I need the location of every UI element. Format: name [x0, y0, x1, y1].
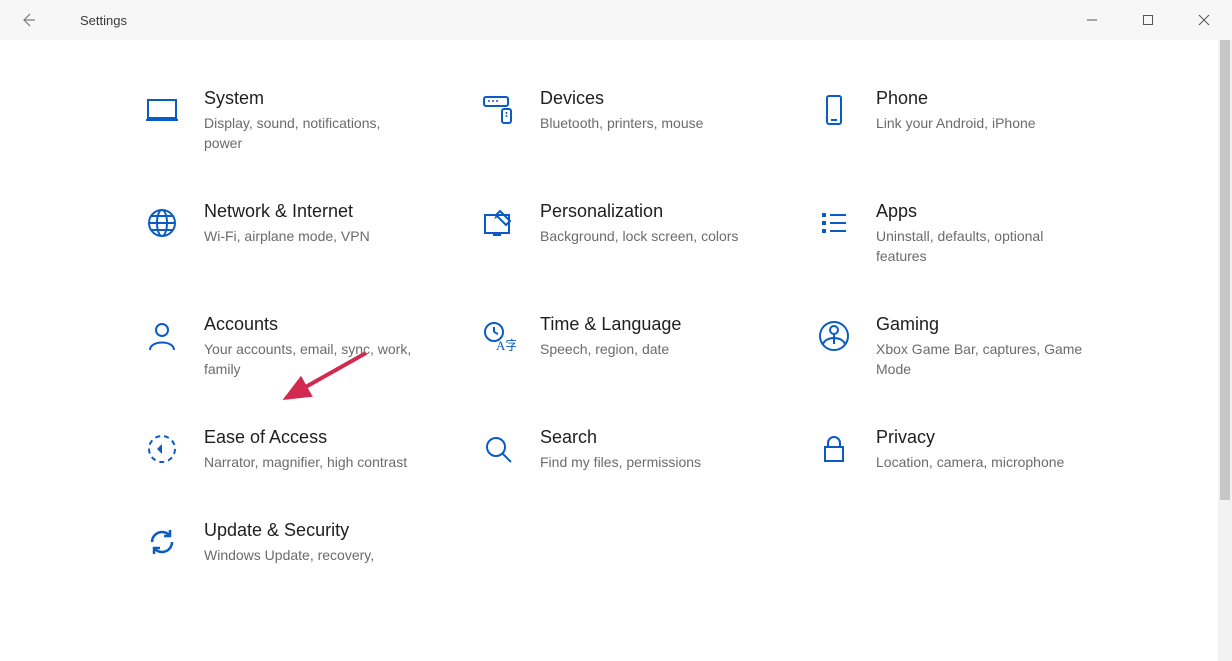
category-ease-of-access[interactable]: Ease of Access Narrator, magnifier, high…	[140, 425, 440, 472]
category-subtitle: Narrator, magnifier, high contrast	[204, 452, 407, 472]
gaming-icon	[812, 314, 856, 358]
arrow-left-icon	[20, 12, 36, 28]
category-personalization[interactable]: Personalization Background, lock screen,…	[476, 199, 776, 266]
back-button[interactable]	[0, 0, 56, 40]
devices-icon	[476, 88, 520, 132]
maximize-icon	[1142, 14, 1154, 26]
category-time-language[interactable]: A字 Time & Language Speech, region, date	[476, 312, 776, 379]
category-title: Gaming	[876, 312, 1086, 336]
globe-icon	[140, 201, 184, 245]
category-title: Time & Language	[540, 312, 681, 336]
category-title: Privacy	[876, 425, 1064, 449]
close-button[interactable]	[1176, 0, 1232, 40]
category-title: Accounts	[204, 312, 414, 336]
category-devices[interactable]: Devices Bluetooth, printers, mouse	[476, 86, 776, 153]
maximize-button[interactable]	[1120, 0, 1176, 40]
category-subtitle: Xbox Game Bar, captures, Game Mode	[876, 339, 1086, 379]
phone-icon	[812, 88, 856, 132]
category-subtitle: Find my files, permissions	[540, 452, 701, 472]
category-title: System	[204, 86, 414, 110]
category-title: Update & Security	[204, 518, 374, 542]
category-accounts[interactable]: Accounts Your accounts, email, sync, wor…	[140, 312, 440, 379]
category-search[interactable]: Search Find my files, permissions	[476, 425, 776, 472]
lock-icon	[812, 427, 856, 471]
category-subtitle: Location, camera, microphone	[876, 452, 1064, 472]
category-apps[interactable]: Apps Uninstall, defaults, optional featu…	[812, 199, 1112, 266]
scrollbar-thumb[interactable]	[1220, 40, 1230, 500]
category-phone[interactable]: Phone Link your Android, iPhone	[812, 86, 1112, 153]
category-title: Apps	[876, 199, 1086, 223]
close-icon	[1198, 14, 1210, 26]
search-icon	[476, 427, 520, 471]
category-title: Search	[540, 425, 701, 449]
update-icon	[140, 520, 184, 564]
category-privacy[interactable]: Privacy Location, camera, microphone	[812, 425, 1112, 472]
category-subtitle: Your accounts, email, sync, work, family	[204, 339, 414, 379]
time-language-icon: A字	[476, 314, 520, 358]
titlebar: Settings	[0, 0, 1232, 40]
ease-of-access-icon	[140, 427, 184, 471]
category-gaming[interactable]: Gaming Xbox Game Bar, captures, Game Mod…	[812, 312, 1112, 379]
scrollbar[interactable]	[1218, 40, 1232, 661]
category-title: Ease of Access	[204, 425, 407, 449]
apps-icon	[812, 201, 856, 245]
category-subtitle: Background, lock screen, colors	[540, 226, 738, 246]
category-subtitle: Wi-Fi, airplane mode, VPN	[204, 226, 370, 246]
category-title: Network & Internet	[204, 199, 370, 223]
category-network[interactable]: Network & Internet Wi-Fi, airplane mode,…	[140, 199, 440, 266]
system-icon	[140, 88, 184, 132]
svg-text:A字: A字	[496, 338, 516, 353]
category-subtitle: Uninstall, defaults, optional features	[876, 226, 1086, 266]
minimize-button[interactable]	[1064, 0, 1120, 40]
category-subtitle: Windows Update, recovery,	[204, 545, 374, 565]
window-title: Settings	[56, 13, 127, 28]
category-subtitle: Speech, region, date	[540, 339, 681, 359]
personalization-icon	[476, 201, 520, 245]
minimize-icon	[1086, 14, 1098, 26]
person-icon	[140, 314, 184, 358]
category-update-security[interactable]: Update & Security Windows Update, recove…	[140, 518, 440, 565]
category-subtitle: Bluetooth, printers, mouse	[540, 113, 703, 133]
category-title: Devices	[540, 86, 703, 110]
category-title: Phone	[876, 86, 1036, 110]
category-system[interactable]: System Display, sound, notifications, po…	[140, 86, 440, 153]
category-title: Personalization	[540, 199, 738, 223]
category-subtitle: Link your Android, iPhone	[876, 113, 1036, 133]
category-subtitle: Display, sound, notifications, power	[204, 113, 414, 153]
